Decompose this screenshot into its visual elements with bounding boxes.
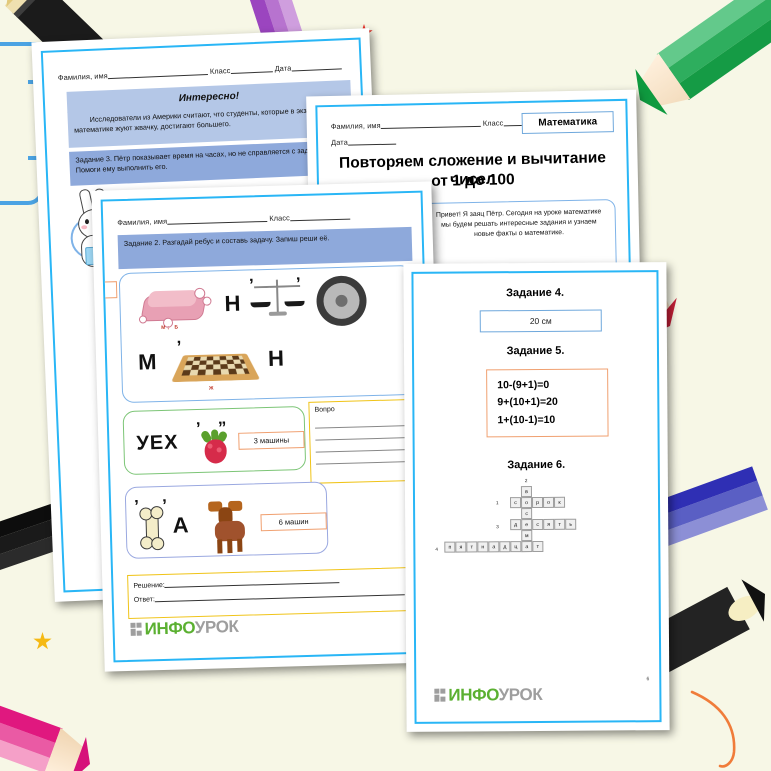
crossword-cell-a4-8: т [532,540,544,553]
logo-text-green: ИНФО [448,685,499,705]
task-5-title: Задание 5. [506,344,565,358]
swirl-orange-bottom-icon [690,690,736,768]
rebus-card-2: УЕХ ’ ” 3 машины [122,405,307,476]
rebus-letter-a-4: А [172,512,189,538]
hour-equals-chip: 1 час = [100,281,118,300]
sheet-2-task2-bar: Задание 2. Разгадай ребус и составь зада… [117,226,413,270]
screenshot-stage: Фамилия, имя Класс Дата Интересно! Иссле… [0,0,771,771]
pencil-green-top-right-icon [623,0,771,123]
crossword-cell-a4-6: ц [510,541,522,553]
rebus-word-ueh: УЕХ [136,431,179,455]
answer-label: Ответ: [133,596,155,604]
crossword-cell-a1-2: р [532,496,544,509]
logo-text: ИНФОУРОК [448,684,543,705]
sheet-3-class-label: Класс [482,118,504,128]
crossword-cell-down-2: с [521,508,533,520]
crossword-cell-a4-2: т [466,541,478,553]
checkers-board-icon [171,344,261,386]
sheet-3-date-label: Дата [331,137,348,147]
rebus-letter-m-2: М [137,349,157,375]
task-5-equation-3: 1+(10-1)=10 [497,413,556,426]
crossword-cell-a4-3: н [477,541,489,553]
sheet-4-infourok-logo: ИНФОУРОК [434,684,543,705]
sheet-2-task2-line1: Задание 2. Разгадай ребус и составь зада… [123,234,298,248]
questions-label: Вопро [314,406,335,414]
worksheet-sheet-2[interactable]: Фамилия, имя Класс Задание 2. Разгадай р… [91,181,445,672]
rebus-card-1: М; Б Н ’ ’ М ’ Ж Н [118,264,417,404]
crossword-number-4: 4 [435,546,438,552]
task-6-crossword: 2 1 3 4 в о с е м ь с р о к д с я [433,478,654,560]
logo-text-green: ИНФО [144,618,196,639]
sheet-4-border: Задание 4. 20 см Задание 5. 10-(9+1)=0 9… [411,270,662,724]
rebus-card-3: ’ ’ А 6 машин [124,481,329,559]
logo-mark-icon [130,622,142,636]
sheet-2-name-label: Фамилия, имя [117,216,168,228]
sheet-1-header: Фамилия, имя Класс Дата [58,60,342,82]
logo-text: ИНФОУРОК [144,616,239,639]
logo-mark-icon [434,688,446,702]
sheet-1-class-label: Класс [209,66,231,76]
rebus-answer-6-machines: 6 машин [260,512,327,532]
task-5-equation-2: 9+(10+1)=20 [497,396,558,409]
crossword-number-1: 1 [496,500,499,506]
questions-panel: Вопро [308,398,419,484]
crossword-number-2: 2 [524,478,528,484]
sheet-2-task2-line2: реши её. [299,233,330,244]
crossword-cell-a1-3: о [542,496,555,508]
logo-text-grey: УРОК [194,616,239,638]
crossword-cell-a4-1: я [455,541,467,553]
crossword-cell-down-0: в [520,486,533,498]
sheet-3-header-line2: Дата [331,135,396,147]
crossword-cell-a3-4: т [554,518,566,530]
rebus-letter-n-1: Н [224,290,241,317]
task-6-title: Задание 6. [507,458,566,472]
rebus-hint-1: М; Б [161,324,181,331]
pencil-pink-bottom-left-icon [0,673,99,771]
sheet-1-task3-line1: Задание 3. Пётр показывает время на часа… [75,146,296,165]
crossword-cell-a3-5: ь [565,518,577,530]
crossword-number-3: 3 [496,524,499,530]
sheet-1-name-label: Фамилия, имя [57,71,108,83]
crossword-cell-a1-0: с [510,497,522,509]
crossword-cell-a3-0: д [510,519,522,531]
sheet-1-date-label: Дата [274,63,292,74]
crossword-cell-a4-0: п [444,541,456,553]
task-4-answer-box: 20 см [479,309,602,333]
sheet-3-header-line1: Фамилия, имя Класс [331,116,552,131]
crossword-cell-a4-5: д [499,541,511,553]
sheet-2-header: Фамилия, имя Класс [117,210,350,228]
bone-icon [138,505,165,551]
worksheet-sheet-4[interactable]: Задание 4. 20 см Задание 5. 10-(9+1)=0 9… [403,262,670,732]
task-4-title: Задание 4. [506,286,565,300]
crossword-cell-a3-3: я [543,518,555,530]
raspberry-icon [198,429,231,464]
sheet-3-name-label: Фамилия, имя [330,120,381,131]
crossword-cell-a4-4: а [488,541,500,553]
crossword-cell-down-1: о [521,497,533,509]
crossword-cell-down-4: м [521,530,533,542]
crossword-cell-a1-4: к [553,496,566,508]
page-number: 6 [646,676,650,683]
rebus-letter-n-2: Н [267,345,285,371]
sheet-2-border: Фамилия, имя Класс Задание 2. Разгадай р… [100,190,436,663]
solution-answer-panel: Решение: Ответ: [127,566,423,619]
star-yellow-left-icon [33,632,52,650]
task-5-equation-box: 10-(9+1)=0 9+(10+1)=20 1+(10-1)=10 [486,368,609,438]
wheel-icon [315,275,369,327]
rebus-hint-2: Ж [208,385,216,392]
subject-badge: Математика [521,111,614,134]
scales-icon: ’ ’ [248,274,309,325]
crossword-cell-a4-7: а [521,541,533,553]
crossword-cell-down-3: е [521,519,533,531]
logo-text-grey: УРОК [498,684,543,705]
task-5-equation-1: 10-(9+1)=0 [497,378,550,392]
moose-icon [200,498,257,554]
solution-label: Решение: [133,581,165,590]
sheet-2-class-label: Класс [269,213,290,223]
sheet-2-infourok-logo: ИНФОУРОК [130,616,239,639]
soap-icon [136,284,212,328]
rebus-answer-3-machines: 3 машины [238,430,305,450]
crossword-cell-a3-2: с [532,518,544,531]
